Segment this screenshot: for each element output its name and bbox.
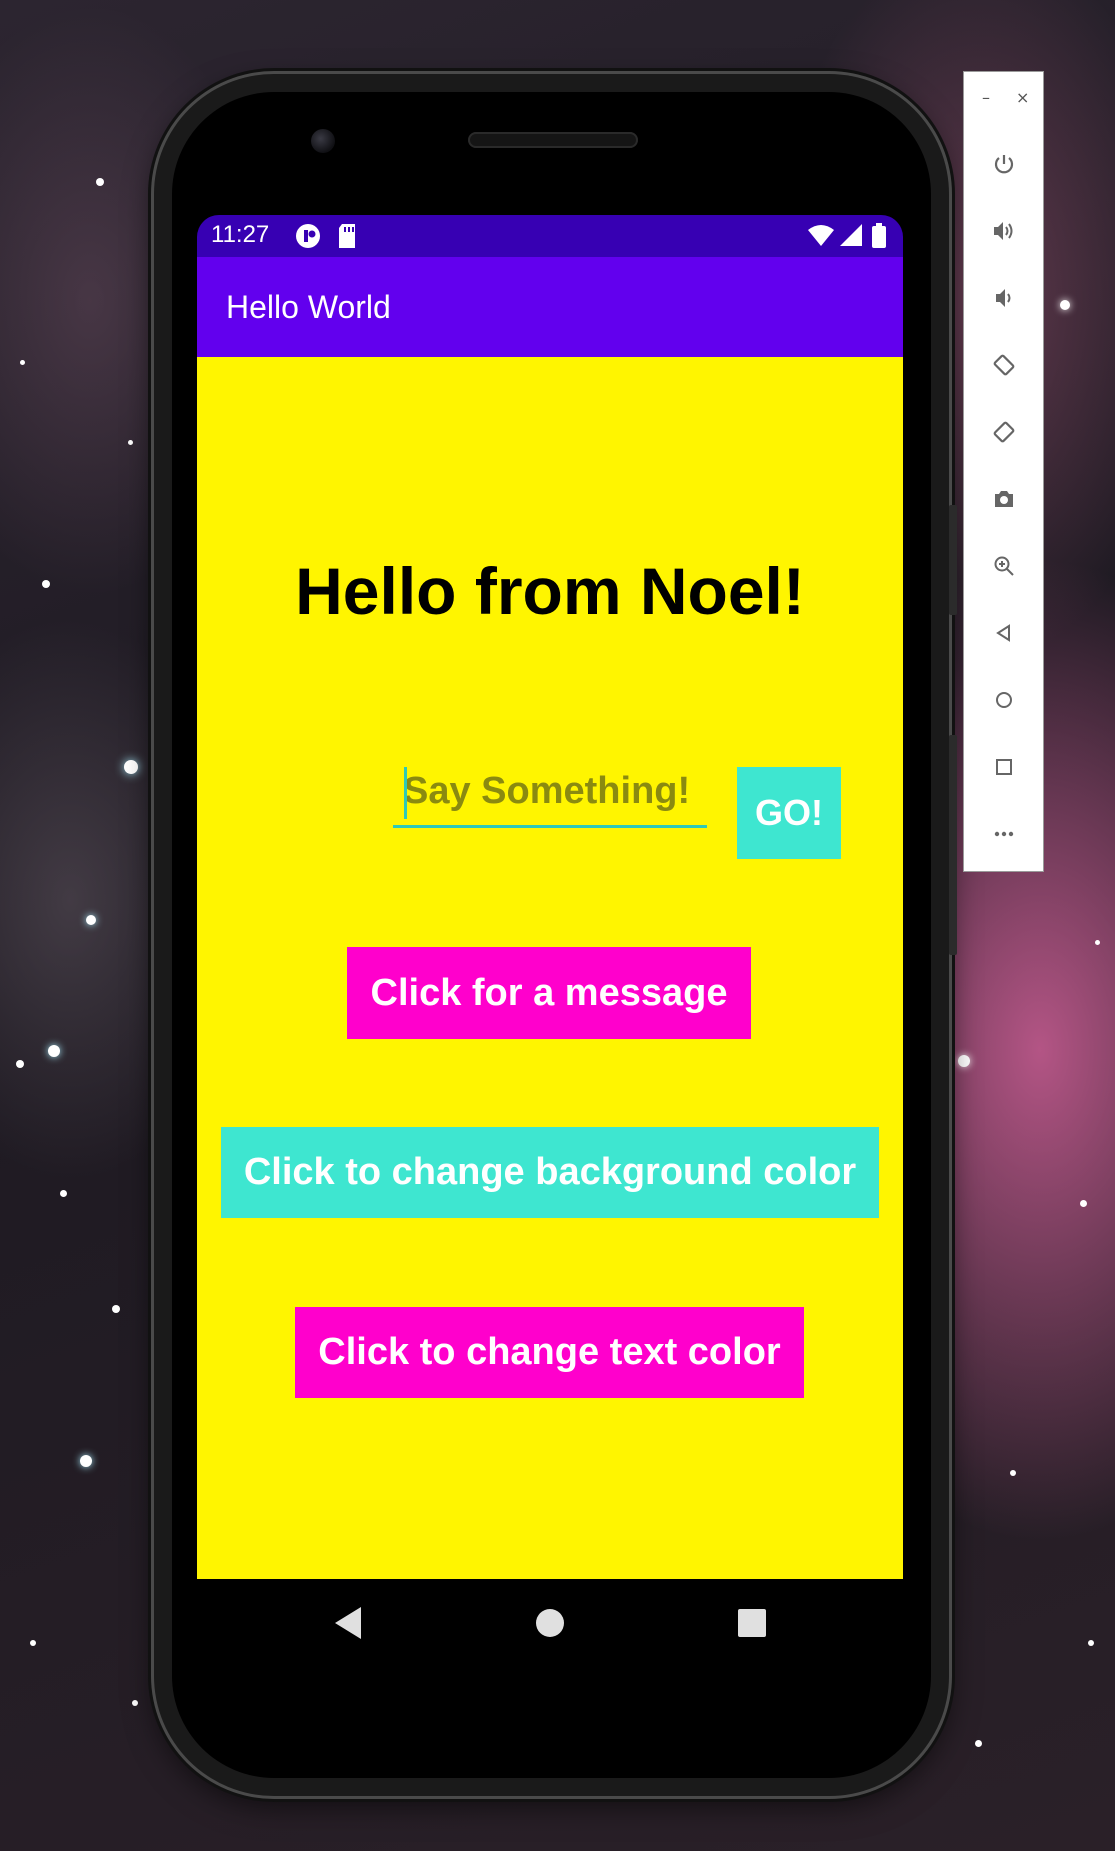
app-title: Hello World [226, 289, 391, 325]
power-icon[interactable] [988, 148, 1020, 180]
say-something-input[interactable] [403, 765, 703, 817]
recents-icon[interactable] [730, 1601, 774, 1645]
back-icon[interactable] [988, 617, 1020, 649]
back-icon[interactable] [327, 1601, 371, 1645]
rotate-left-icon[interactable] [988, 349, 1020, 381]
navigation-bar [197, 1579, 903, 1665]
status-bar: 11:27 [197, 215, 903, 257]
minimize-button[interactable]: – [982, 90, 990, 106]
phone-power-button [949, 735, 957, 955]
volume-down-icon[interactable] [988, 282, 1020, 314]
say-something-field[interactable] [393, 757, 707, 828]
cell-signal-icon [839, 223, 863, 251]
wifi-icon [807, 223, 835, 251]
notification-app-icon [295, 223, 321, 253]
home-icon[interactable] [528, 1601, 572, 1645]
volume-up-icon[interactable] [988, 215, 1020, 247]
change-text-color-button[interactable]: Click to change text color [295, 1307, 804, 1398]
front-camera [311, 129, 335, 153]
phone-screen: 11:27 Hello World Hello from Noel! GO! C… [197, 215, 903, 1579]
main-content: Hello from Noel! GO! Click for a message… [197, 357, 903, 1579]
sd-card-icon [337, 223, 357, 253]
phone-volume-button [949, 505, 957, 615]
more-icon[interactable] [988, 818, 1020, 850]
close-button[interactable]: × [1016, 90, 1029, 106]
go-button[interactable]: GO! [737, 767, 841, 859]
message-button[interactable]: Click for a message [347, 947, 751, 1039]
status-time: 11:27 [211, 221, 270, 248]
overview-icon[interactable] [988, 751, 1020, 783]
camera-icon[interactable] [988, 483, 1020, 515]
earpiece-speaker [468, 132, 638, 148]
change-background-button[interactable]: Click to change background color [221, 1127, 879, 1218]
rotate-right-icon[interactable] [988, 416, 1020, 448]
zoom-icon[interactable] [988, 550, 1020, 582]
app-bar: Hello World [197, 257, 903, 357]
text-cursor [404, 767, 407, 819]
battery-icon [871, 223, 887, 253]
emulator-toolbar: – × [963, 71, 1044, 872]
home-icon[interactable] [988, 684, 1020, 716]
greeting-text: Hello from Noel! [295, 554, 805, 628]
